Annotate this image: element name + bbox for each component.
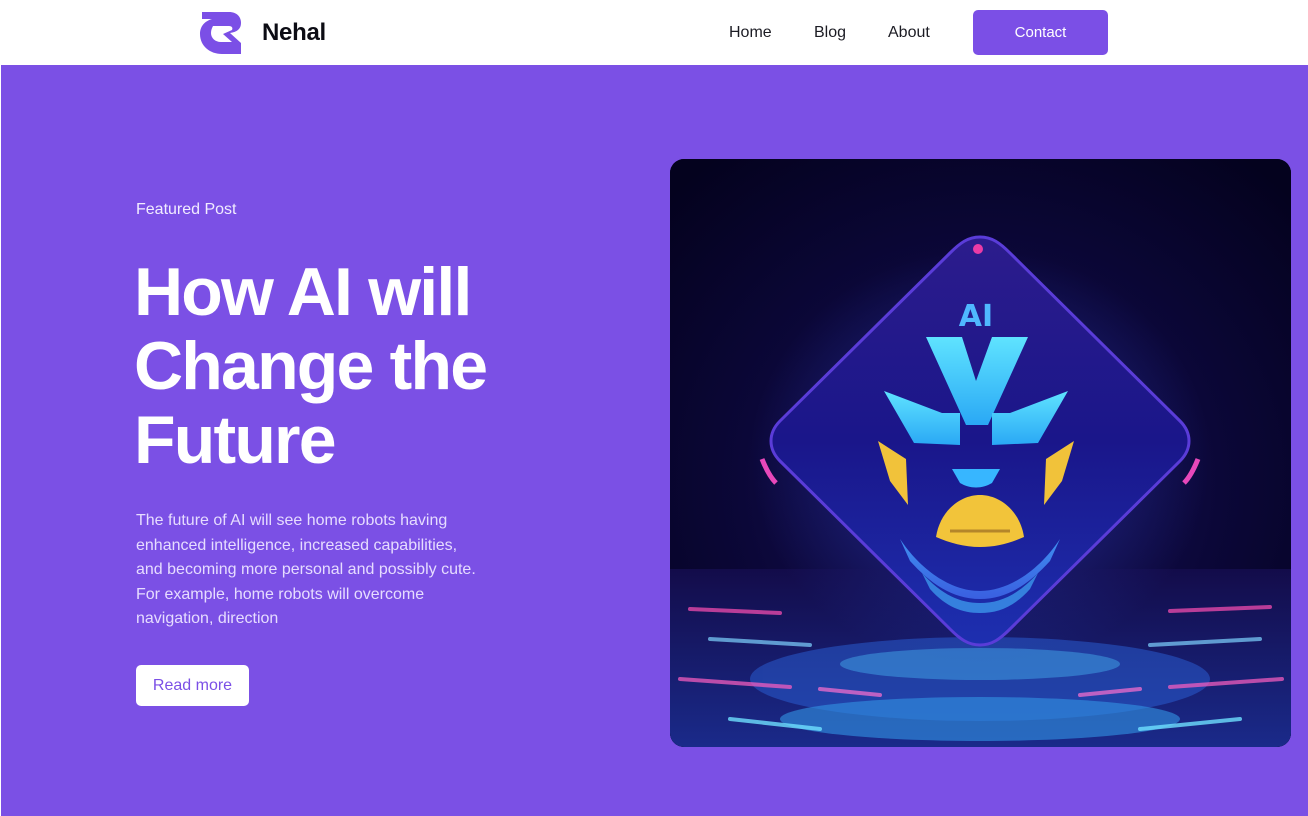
hero-description: The future of AI will see home robots ha…	[136, 512, 476, 627]
nav-link-home[interactable]: Home	[729, 24, 772, 42]
nehal-logo-icon	[200, 12, 241, 54]
featured-post-label: Featured Post	[136, 201, 237, 218]
read-more-button[interactable]: Read more	[136, 665, 249, 706]
site-header: Nehal Home Blog About Contact	[0, 0, 1308, 65]
ai-label: AI	[959, 299, 993, 334]
hero-title: How AI will Change the Future	[134, 254, 488, 478]
featured-image: AI	[670, 159, 1291, 747]
nav-link-about[interactable]: About	[888, 24, 930, 42]
nav-link-blog[interactable]: Blog	[814, 24, 846, 42]
hero-section: Featured Post How AI will Change the Fut…	[1, 65, 1308, 816]
brand-name: Nehal	[262, 19, 326, 46]
brand[interactable]: Nehal	[199, 12, 326, 54]
ai-robot-mask-illustration: AI	[670, 159, 1291, 747]
contact-button[interactable]: Contact	[973, 10, 1108, 55]
